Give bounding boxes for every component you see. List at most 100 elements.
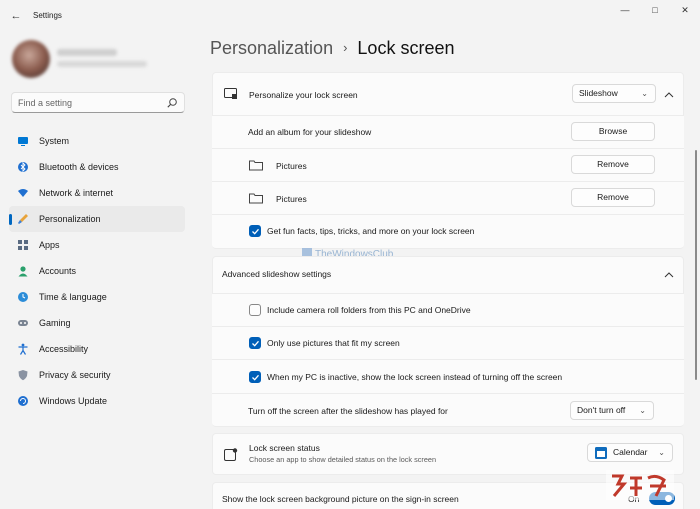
user-profile[interactable]	[12, 40, 192, 80]
remove-button[interactable]: Remove	[571, 188, 655, 207]
sidebar-item-label: Accounts	[39, 266, 77, 276]
wifi-icon	[18, 189, 28, 197]
sidebar-item-network[interactable]: Network & internet	[9, 180, 185, 206]
breadcrumb-parent[interactable]: Personalization	[210, 38, 333, 58]
sidebar-item-personalization[interactable]: Personalization	[9, 206, 185, 232]
sidebar-item-time-language[interactable]: Time & language	[9, 284, 185, 310]
chevron-down-icon: ⌄	[639, 406, 646, 415]
inactive-lock-checkbox[interactable]	[249, 371, 261, 383]
chevron-right-icon: ›	[343, 40, 348, 55]
fit-screen-checkbox[interactable]	[249, 337, 261, 349]
option-label: Only use pictures that fit my screen	[267, 338, 400, 348]
apps-icon	[18, 240, 28, 250]
album-row: Pictures Remove	[212, 149, 684, 182]
personalize-label: Personalize your lock screen	[249, 90, 358, 100]
profile-email-redacted	[57, 61, 147, 67]
person-icon	[18, 266, 28, 277]
globe-clock-icon	[18, 292, 28, 302]
dropdown-value: Calendar	[613, 447, 648, 457]
status-label: Lock screen status	[249, 443, 320, 453]
sidebar-item-gaming[interactable]: Gaming	[9, 310, 185, 336]
sidebar-item-label: Windows Update	[39, 396, 108, 406]
advanced-slideshow-header[interactable]: Advanced slideshow settings	[212, 256, 684, 294]
status-description: Choose an app to show detailed status on…	[249, 455, 437, 464]
turn-off-label: Turn off the screen after the slideshow …	[248, 406, 448, 416]
checkmark-icon	[252, 340, 259, 347]
scrollbar[interactable]	[695, 150, 697, 380]
option-row: When my PC is inactive, show the lock sc…	[212, 360, 684, 394]
dropdown-value: Slideshow	[579, 88, 618, 98]
sidebar-item-label: System	[39, 136, 70, 146]
sidebar-item-bluetooth[interactable]: Bluetooth & devices	[9, 154, 185, 180]
folder-icon	[249, 193, 263, 204]
update-icon	[18, 396, 28, 406]
avatar	[12, 40, 50, 78]
sidebar-item-apps[interactable]: Apps	[9, 232, 185, 258]
chevron-up-icon[interactable]	[663, 269, 675, 281]
sidebar-item-accounts[interactable]: Accounts	[9, 258, 185, 284]
advanced-heading: Advanced slideshow settings	[222, 269, 332, 279]
sidebar-item-label: Network & internet	[39, 188, 114, 198]
lock-screen-status-row: Lock screen status Choose an app to show…	[212, 433, 684, 475]
sidebar-item-privacy[interactable]: Privacy & security	[9, 362, 185, 388]
turn-off-dropdown[interactable]: Don't turn off ⌄	[570, 401, 654, 420]
personalize-lock-screen-row[interactable]: Personalize your lock screen Slideshow ⌄	[212, 72, 684, 116]
chevron-up-icon[interactable]	[663, 89, 675, 101]
back-button[interactable]: ←	[9, 9, 23, 23]
sidebar-item-system[interactable]: System	[9, 128, 185, 154]
sidebar-item-label: Gaming	[39, 318, 71, 328]
fun-facts-label: Get fun facts, tips, tricks, and more on…	[267, 226, 475, 236]
sidebar-item-label: Privacy & security	[39, 370, 111, 380]
option-row: Only use pictures that fit my screen	[212, 327, 684, 360]
title-bar: ← Settings — □ ✕	[0, 0, 700, 32]
sidebar-item-accessibility[interactable]: Accessibility	[9, 336, 185, 362]
option-row: Include camera roll folders from this PC…	[212, 294, 684, 327]
close-button[interactable]: ✕	[674, 5, 696, 19]
corner-watermark-logo	[606, 470, 674, 500]
checkmark-icon	[252, 228, 259, 235]
minimize-button[interactable]: —	[614, 5, 636, 19]
page-title: Lock screen	[357, 38, 455, 58]
dropdown-value: Don't turn off	[577, 405, 626, 415]
sidebar-item-windows-update[interactable]: Windows Update	[9, 388, 185, 414]
turn-off-row: Turn off the screen after the slideshow …	[212, 394, 684, 427]
chevron-down-icon: ⌄	[641, 89, 648, 98]
search-box[interactable]	[11, 92, 185, 113]
chevron-down-icon: ⌄	[658, 448, 665, 457]
sidebar-nav: System Bluetooth & devices Network & int…	[9, 128, 185, 414]
maximize-button[interactable]: □	[644, 5, 666, 19]
fun-facts-row: Get fun facts, tips, tricks, and more on…	[212, 215, 684, 249]
option-label: Include camera roll folders from this PC…	[267, 305, 471, 315]
sidebar-item-label: Bluetooth & devices	[39, 162, 119, 172]
option-label: When my PC is inactive, show the lock sc…	[267, 372, 563, 382]
search-input[interactable]	[18, 96, 168, 110]
brush-icon	[18, 214, 28, 224]
gamepad-icon	[18, 320, 28, 326]
window-title: Settings	[33, 11, 62, 20]
sidebar-item-label: Personalization	[39, 214, 101, 224]
calendar-icon	[595, 447, 607, 459]
shield-icon	[18, 370, 28, 381]
browse-button[interactable]: Browse	[571, 122, 655, 141]
status-icon	[224, 448, 238, 461]
remove-button[interactable]: Remove	[571, 155, 655, 174]
fun-facts-checkbox[interactable]	[249, 225, 261, 237]
album-row: Pictures Remove	[212, 182, 684, 215]
status-app-dropdown[interactable]: Calendar ⌄	[587, 443, 673, 462]
sidebar-item-label: Accessibility	[39, 344, 89, 354]
system-icon	[18, 137, 28, 146]
add-album-label: Add an album for your slideshow	[248, 127, 372, 137]
add-album-row: Add an album for your slideshow Browse	[212, 116, 684, 149]
album-name: Pictures	[276, 161, 307, 171]
folder-icon	[249, 160, 263, 171]
breadcrumb: Personalization › Lock screen	[210, 38, 454, 59]
sidebar-item-label: Apps	[39, 240, 60, 250]
signin-label: Show the lock screen background picture …	[222, 494, 459, 504]
personalize-dropdown[interactable]: Slideshow ⌄	[572, 84, 656, 103]
sidebar-item-label: Time & language	[39, 292, 107, 302]
album-name: Pictures	[276, 194, 307, 204]
search-icon[interactable]	[166, 97, 178, 109]
camera-roll-checkbox[interactable]	[249, 304, 261, 316]
bluetooth-icon	[18, 161, 28, 173]
profile-name-redacted	[57, 49, 117, 56]
